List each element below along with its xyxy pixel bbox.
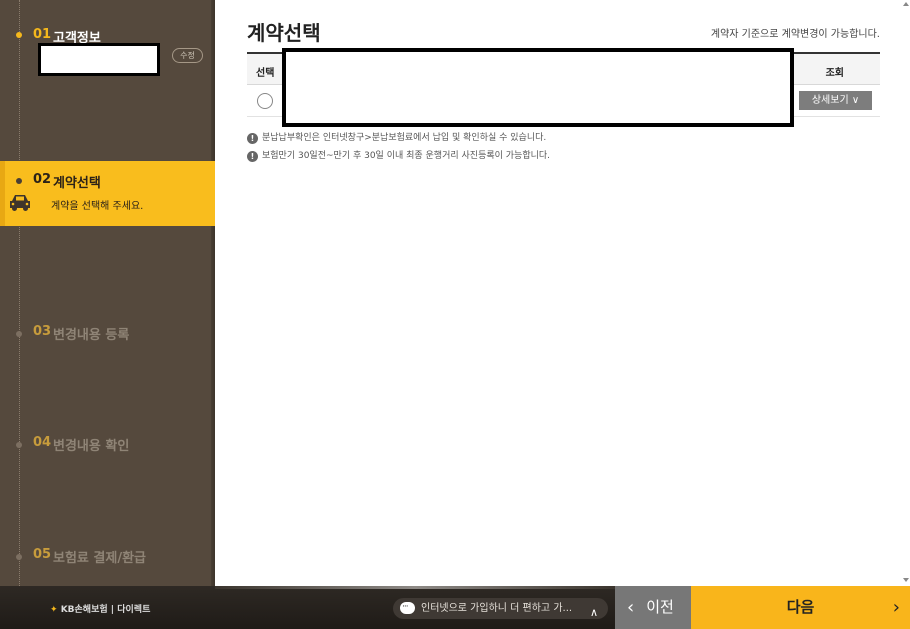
step-dot <box>16 442 22 448</box>
step-sidebar: 01 고객정보 수정 02 계약선택 계약을 선택해 주세요. 03 변경내용 … <box>0 0 215 586</box>
scroll-down-arrow-icon[interactable] <box>903 578 909 582</box>
step-dot <box>16 32 22 38</box>
list-item: ! 분납납부확인은 인터넷창구>분납보험료에서 납입 및 확인하실 수 있습니다… <box>247 132 550 150</box>
next-button[interactable]: 다음 › <box>691 586 910 629</box>
step-label: 계약선택 <box>53 176 101 191</box>
contract-radio[interactable] <box>257 93 273 109</box>
note-text: 보험만기 30일전~만기 후 30일 이내 최종 운행거리 사진등록이 가능합니… <box>262 151 551 161</box>
redacted-contract-info <box>282 48 794 127</box>
contract-notice: 계약자 기준으로 계약변경이 가능합니다. <box>710 29 880 40</box>
scroll-up-arrow-icon[interactable] <box>903 2 909 6</box>
brand-name: KB손해보험 <box>60 605 108 615</box>
step-change-register: 03 변경내용 등록 <box>0 323 215 343</box>
info-icon: ! <box>247 133 258 144</box>
active-step-marker <box>0 161 5 226</box>
step-label: 변경내용 확인 <box>53 439 130 454</box>
step-number: 04 <box>33 435 52 450</box>
step-description: 계약을 선택해 주세요. <box>51 201 144 212</box>
edit-button[interactable]: 수정 <box>172 48 203 63</box>
car-icon <box>8 193 32 217</box>
brand-separator: | <box>110 605 115 615</box>
brand-sub: 다이렉트 <box>117 605 151 615</box>
step-connector-line <box>19 0 20 586</box>
step-change-confirm: 04 변경내용 확인 <box>0 434 215 454</box>
app: 01 고객정보 수정 02 계약선택 계약을 선택해 주세요. 03 변경내용 … <box>0 0 910 629</box>
prev-label: 이전 <box>646 598 674 616</box>
chat-text: 인터넷으로 가입하니 더 편하고 가... <box>421 603 573 614</box>
main-content: 계약선택 계약자 기준으로 계약변경이 가능합니다. 선택 조회 상세보기 ∨ … <box>215 0 910 586</box>
list-item: ! 보험만기 30일전~만기 후 30일 이내 최종 운행거리 사진등록이 가능… <box>247 150 550 168</box>
footer-glow <box>215 586 615 589</box>
column-header-view: 조회 <box>825 68 844 79</box>
page-title: 계약선택 <box>247 21 321 45</box>
step-payment-refund: 05 보험료 결제/환급 <box>0 546 215 566</box>
notice-list: ! 분납납부확인은 인터넷창구>분납보험료에서 납입 및 확인하실 수 있습니다… <box>247 132 550 168</box>
brand-logo: ✦ KB손해보험 | 다이렉트 <box>50 602 150 615</box>
step-dot <box>16 178 22 184</box>
chat-bubble-icon <box>400 597 415 618</box>
step-number: 02 <box>33 172 52 187</box>
chat-banner[interactable]: 인터넷으로 가입하니 더 편하고 가... ∧ <box>393 597 608 619</box>
column-header-select: 선택 <box>256 68 275 79</box>
step-number: 05 <box>33 547 52 562</box>
step-label: 보험료 결제/환급 <box>53 551 146 566</box>
kb-logo-icon: ✦ <box>50 605 58 615</box>
step-number: 03 <box>33 324 52 339</box>
step-contract-select[interactable]: 02 계약선택 계약을 선택해 주세요. <box>0 161 215 226</box>
info-icon: ! <box>247 151 258 162</box>
step-number: 01 <box>33 27 52 42</box>
prev-button[interactable]: ‹ 이전 <box>615 586 691 629</box>
step-label: 변경내용 등록 <box>53 328 130 343</box>
step-dot <box>16 554 22 560</box>
note-text: 분납납부확인은 인터넷창구>분납보험료에서 납입 및 확인하실 수 있습니다. <box>262 133 547 143</box>
redacted-customer-name <box>38 43 160 76</box>
next-label: 다음 <box>786 598 815 616</box>
vertical-scrollbar[interactable] <box>901 0 910 586</box>
detail-view-button[interactable]: 상세보기 ∨ <box>799 91 872 110</box>
chevron-up-icon[interactable]: ∧ <box>590 602 598 623</box>
chevron-right-icon: › <box>892 597 900 618</box>
step-dot <box>16 331 22 337</box>
chevron-left-icon: ‹ <box>627 597 635 618</box>
footer-bar: ✦ KB손해보험 | 다이렉트 인터넷으로 가입하니 더 편하고 가... ∧ … <box>0 586 910 629</box>
